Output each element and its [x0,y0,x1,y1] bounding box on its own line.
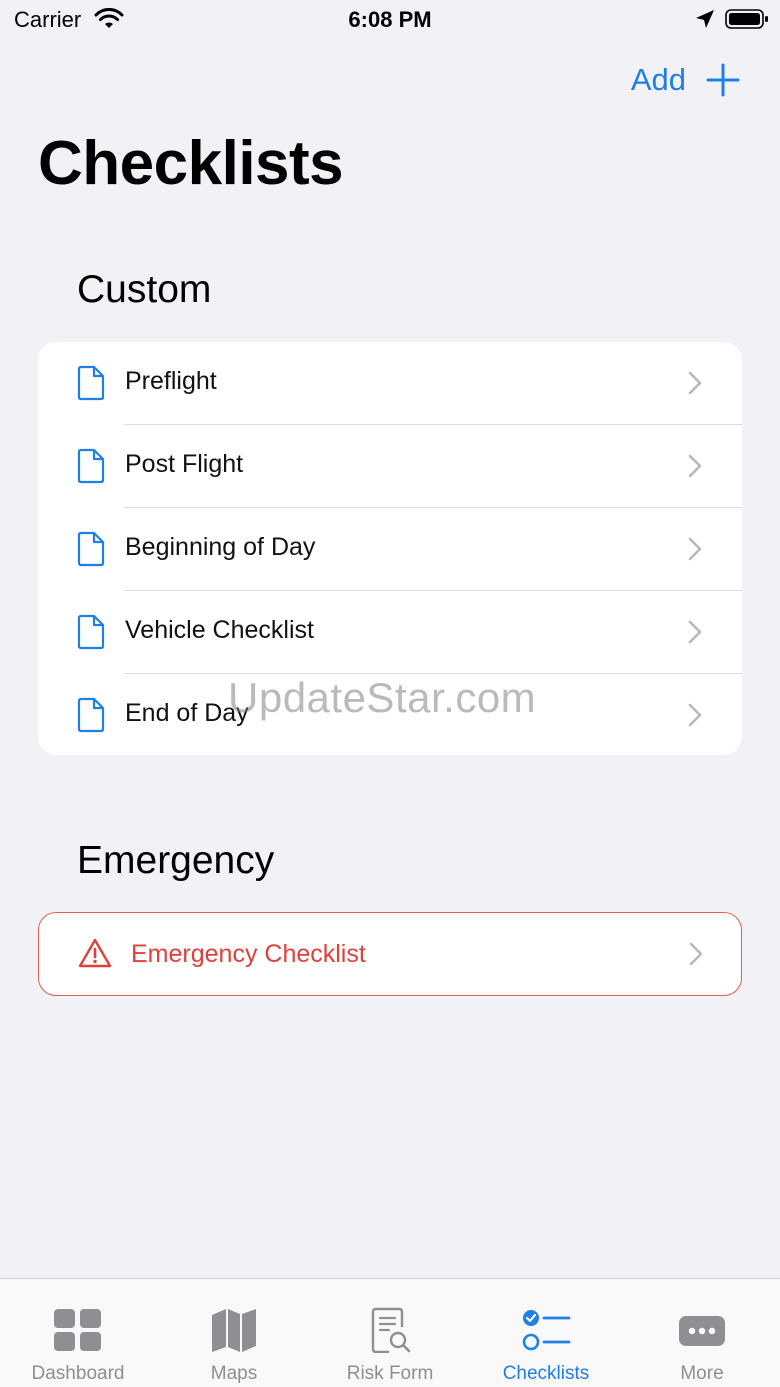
section-header-custom: Custom [77,268,212,311]
plus-icon [706,63,740,97]
chevron-right-icon [688,454,702,478]
tab-label: More [680,1363,724,1384]
tab-maps[interactable]: Maps [156,1279,312,1387]
document-icon [77,697,105,733]
tab-more[interactable]: More [624,1279,780,1387]
tab-checklists[interactable]: Checklists [468,1279,624,1387]
map-icon [212,1309,256,1352]
emergency-row-label: Emergency Checklist [131,940,366,968]
checklist-row-vehicle-checklist[interactable]: Vehicle Checklist [38,591,742,674]
section-header-emergency: Emergency [77,839,275,882]
checklist-row-preflight[interactable]: Preflight [38,342,742,425]
chevron-right-icon [688,620,702,644]
checklist-row-label: Preflight [125,367,217,395]
tab-label: Risk Form [346,1363,434,1384]
battery-icon [725,9,768,29]
checklist-icon [522,1310,571,1351]
tab-label: Maps [210,1363,258,1384]
tab-dashboard[interactable]: Dashboard [0,1279,156,1387]
grid-icon [54,1309,101,1351]
document-icon [77,448,105,484]
document-icon [77,531,105,567]
warning-triangle-icon [78,938,112,968]
more-icon [679,1316,725,1346]
checklist-row-post-flight[interactable]: Post Flight [38,425,742,508]
checklist-row-beginning-of-day[interactable]: Beginning of Day [38,508,742,591]
chevron-right-icon [689,942,703,966]
tab-risk-form[interactable]: Risk Form [312,1279,468,1387]
add-button-label: Add [630,62,686,97]
tab-label: Checklists [502,1363,590,1384]
checklist-row-label: Vehicle Checklist [125,616,314,644]
checklists-screen: Carrier 6:08 PM Add Checklists Custom Pr… [0,0,780,1387]
doc-search-icon [371,1307,411,1353]
page-title: Checklists [38,129,344,198]
add-button[interactable]: Add [631,58,740,102]
checklist-row-label: Post Flight [125,450,244,478]
status-time: 6:08 PM [348,7,432,32]
watermark-text: UpdateStar.com [228,674,537,721]
chevron-right-icon [688,537,702,561]
document-icon [77,365,105,401]
checklist-row-emergency[interactable]: Emergency Checklist [38,912,742,996]
checklist-row-label: Beginning of Day [125,533,316,561]
status-bar: Carrier 6:08 PM [0,0,780,40]
tab-label: Dashboard [31,1363,125,1384]
chevron-right-icon [688,703,702,727]
document-icon [77,614,105,650]
chevron-right-icon [688,371,702,395]
tab-bar: Dashboard Maps Risk Form Checklists More [0,1278,780,1387]
location-arrow-icon [696,10,714,28]
